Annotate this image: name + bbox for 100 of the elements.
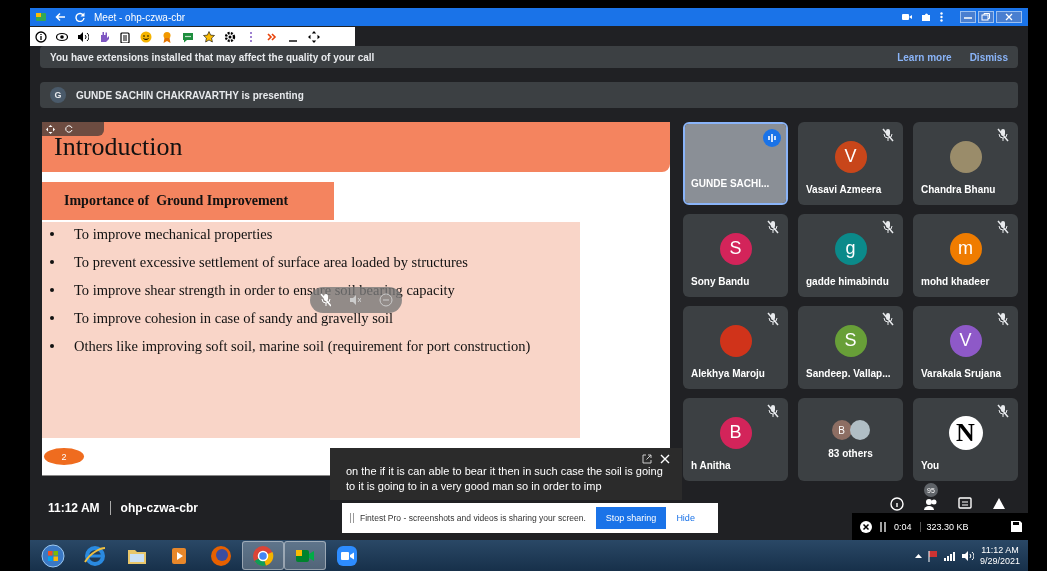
info-icon[interactable] <box>35 30 47 43</box>
avatar-photo-placeholder <box>849 420 870 440</box>
participant-name: Chandra Bhanu <box>921 184 996 195</box>
participant-avatar: B <box>831 420 852 440</box>
participant-tile[interactable]: Alekhya Maroju <box>683 306 788 389</box>
participant-name: h Anitha <box>691 460 731 471</box>
cancel-icon[interactable] <box>860 520 872 533</box>
participant-name: Vasavi Azmeera <box>806 184 882 195</box>
bullet-dot <box>50 344 54 348</box>
participant-avatar: m <box>949 232 982 265</box>
settings-icon[interactable] <box>224 30 236 43</box>
chat-icon[interactable] <box>958 497 972 511</box>
speaking-indicator-icon <box>763 129 781 147</box>
participant-name: mohd khadeer <box>921 276 990 287</box>
bullet-dot <box>50 260 54 264</box>
flag-icon[interactable] <box>927 549 938 562</box>
chrome-icon[interactable] <box>251 543 275 568</box>
slide-bullet-text: Others like improving soft soil, marine soil (requirement for port construction) <box>74 337 531 355</box>
participant-name: GUNDE SACHI... <box>691 178 770 189</box>
participant-tile[interactable]: N You <box>913 398 1018 481</box>
meeting-code: ohp-czwa-cbr <box>119 501 198 515</box>
participant-tile[interactable]: m mohd khadeer <box>913 214 1018 297</box>
participant-tile[interactable]: S Sandeep. Vallap... <box>798 306 903 389</box>
sharing-message: Fintest Pro - screenshots and videos is sharing your screen. <box>360 513 586 523</box>
bullet-dot <box>50 316 54 320</box>
menu-icon[interactable] <box>940 12 943 22</box>
signal-icon[interactable] <box>943 550 956 561</box>
mute-icon[interactable] <box>349 294 361 306</box>
page-number: 2 <box>44 448 84 465</box>
stop-sharing-button[interactable]: Stop sharing <box>595 507 667 529</box>
volume-icon[interactable] <box>961 550 974 561</box>
bullet-dot <box>50 288 54 292</box>
meeting-time: 11:12 AM <box>48 501 111 515</box>
hide-link[interactable]: Hide <box>676 513 695 523</box>
participant-name: Varakala Srujana <box>921 368 1002 379</box>
participant-tile[interactable]: Chandra Bhanu <box>913 122 1018 205</box>
start-button-icon[interactable] <box>41 543 65 568</box>
eye-icon[interactable] <box>56 30 68 43</box>
move-icon[interactable] <box>46 124 55 134</box>
presenter-avatar: G <box>50 87 66 103</box>
participant-tile[interactable]: g gadde himabindu <box>798 214 903 297</box>
recording-time: 0:04 <box>894 521 912 532</box>
participant-name: Alekhya Maroju <box>691 368 765 379</box>
double-chevron-icon[interactable] <box>266 30 278 43</box>
slide-bullet-text: To prevent excessive settlement of surface area loaded by structures <box>74 253 468 271</box>
banner-message: You have extensions installed that may affect the quality of your call <box>50 51 375 63</box>
banner-link[interactable]: Dismiss <box>969 51 1008 63</box>
meet-logo-icon <box>36 12 46 22</box>
drag-handle-icon[interactable] <box>350 513 354 523</box>
reload-icon[interactable] <box>75 12 85 22</box>
clipboard-icon[interactable] <box>119 30 131 43</box>
open-external-icon[interactable] <box>642 454 652 464</box>
slide-bullet-text: To improve mechanical properties <box>74 225 273 243</box>
puzzle-icon[interactable] <box>921 12 931 22</box>
participant-name: gadde himabindu <box>806 276 889 287</box>
participant-avatar: S <box>719 232 752 265</box>
restore-icon[interactable] <box>978 11 994 23</box>
participant-tile[interactable]: V Varakala Srujana <box>913 306 1018 389</box>
clock-time: 11:12 AM <box>981 544 1019 556</box>
ribbon-icon[interactable] <box>161 30 173 43</box>
firefox-icon[interactable] <box>209 543 233 568</box>
video-camera-icon[interactable] <box>335 543 359 568</box>
slide-bullet-text: To improve cohesion in case of sandy and gravelly soil <box>74 309 394 327</box>
clock-date: 9/29/2021 <box>979 555 1020 567</box>
slide-title: Introduction <box>42 122 670 172</box>
reload-icon[interactable] <box>65 125 73 133</box>
participant-avatar: V <box>834 140 867 173</box>
banner-link[interactable]: Learn more <box>897 51 952 63</box>
browser-e-icon[interactable] <box>83 543 107 568</box>
participant-name: Sony Bandu <box>691 276 750 287</box>
chat-bubble-icon[interactable] <box>182 30 194 43</box>
back-icon[interactable] <box>55 12 66 22</box>
participant-tile[interactable]: S Sony Bandu <box>683 214 788 297</box>
participant-name: Sandeep. Vallap... <box>806 368 891 379</box>
participant-tile[interactable]: B h Anitha <box>683 398 788 481</box>
participant-tile[interactable]: B 83 others <box>798 398 903 481</box>
camera-icon[interactable] <box>902 13 912 21</box>
page-title: Meet - ohp-czwa-cbr <box>94 11 186 23</box>
slide-subtitle: Importance of Ground Improvement <box>42 182 334 220</box>
participant-name: You <box>921 460 940 471</box>
participant-tile[interactable]: V Vasavi Azmeera <box>798 122 903 205</box>
hand-icon[interactable] <box>98 30 110 43</box>
move-icon[interactable] <box>308 30 320 43</box>
people-icon[interactable] <box>924 497 938 511</box>
participant-avatar: S <box>834 324 867 357</box>
activities-icon[interactable] <box>992 497 1006 511</box>
pause-icon[interactable] <box>880 521 886 532</box>
participant-avatar: V <box>949 324 982 357</box>
save-icon[interactable] <box>1011 521 1022 532</box>
participant-avatar: g <box>834 232 867 265</box>
show-hidden-icons-icon[interactable] <box>914 553 922 558</box>
star-icon[interactable] <box>203 30 215 43</box>
caption-text: on the if it is can able to bear it then in such case the soil is going to it is going to in a very good man so in order to imp <box>346 464 664 494</box>
bullet-dot <box>50 232 54 236</box>
recording-size: 323.30 KB <box>919 521 969 532</box>
participant-avatar: N <box>948 415 983 450</box>
smiley-icon[interactable] <box>140 30 152 43</box>
speaker-icon[interactable] <box>77 30 89 43</box>
taskbar-clock[interactable]: 11:12 AM 9/29/2021 <box>979 544 1020 567</box>
participant-avatar: B <box>719 416 752 449</box>
